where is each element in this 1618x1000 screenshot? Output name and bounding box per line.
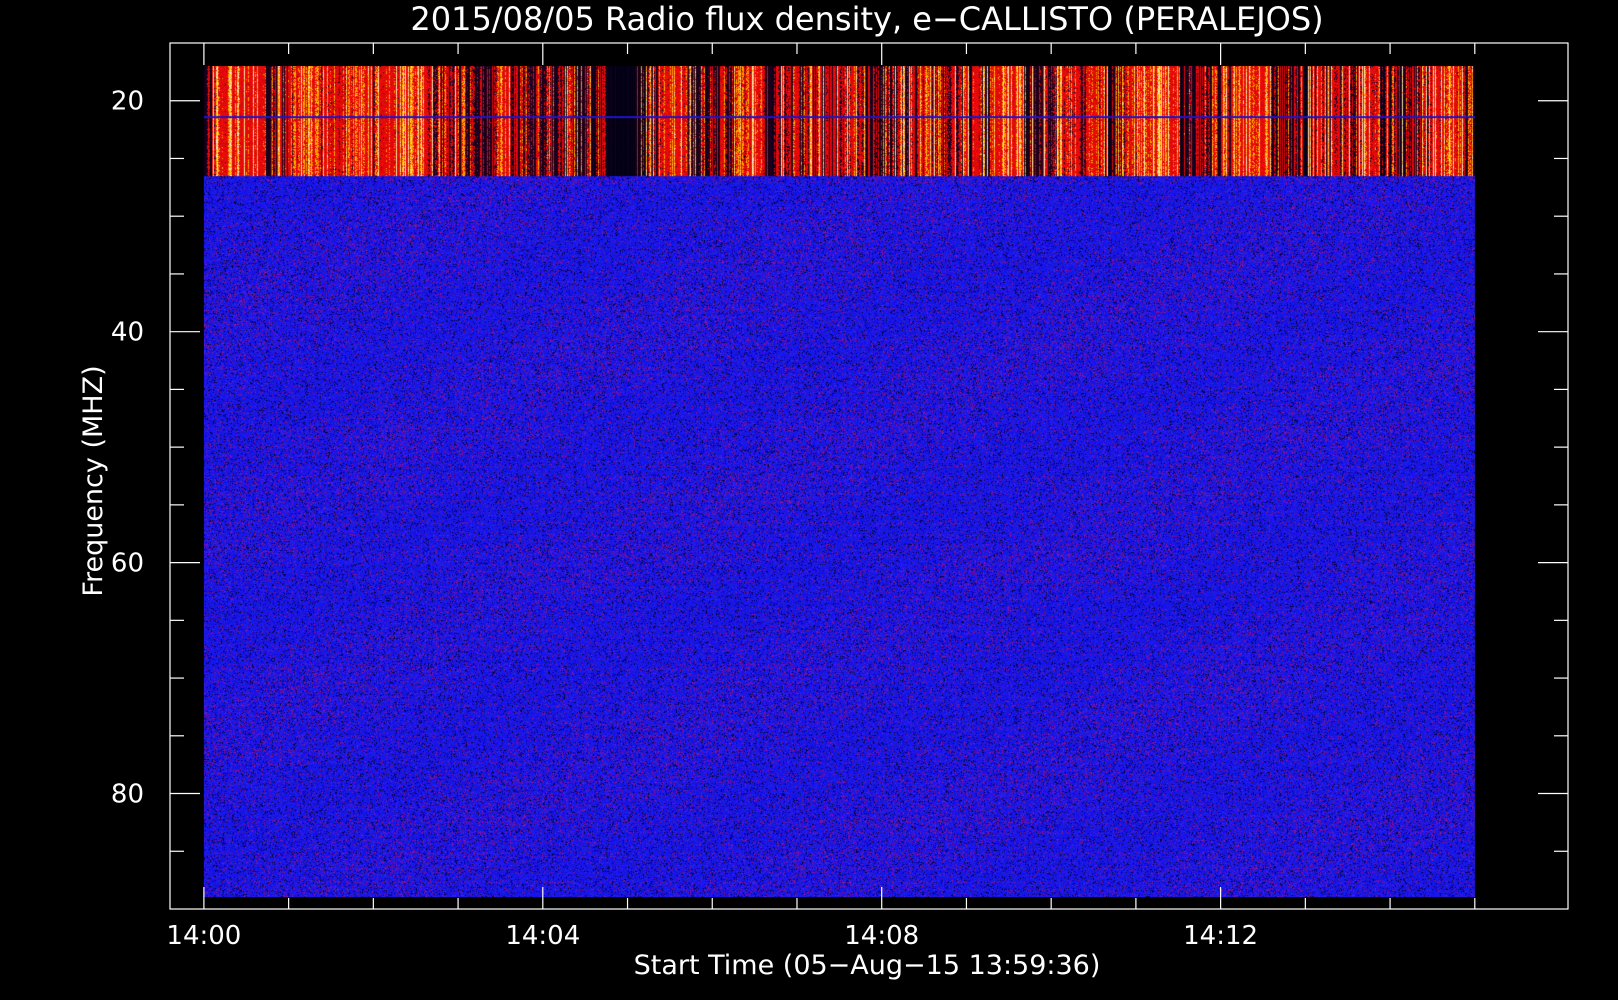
chart-title: 2015/08/05 Radio flux density, e−CALLIST…: [410, 0, 1323, 38]
heatmap-image: [203, 66, 1475, 898]
heatmap-layer: [203, 66, 1475, 898]
y-tick-label: 20: [111, 87, 144, 117]
x-axis-label: Start Time (05−Aug−15 13:59:36): [634, 950, 1101, 981]
y-tick-label: 80: [111, 780, 144, 810]
x-tick-label: 14:08: [844, 921, 919, 951]
x-tick-label: 14:12: [1183, 921, 1258, 951]
y-tick-label: 40: [111, 318, 144, 348]
x-tick-label: 14:00: [166, 921, 241, 951]
y-axis-label: Frequency (MHZ): [78, 365, 109, 596]
spectrogram-chart: 2015/08/05 Radio flux density, e−CALLIST…: [0, 0, 1618, 1000]
x-tick-label: 14:04: [505, 921, 580, 951]
y-tick-label: 60: [111, 549, 144, 579]
